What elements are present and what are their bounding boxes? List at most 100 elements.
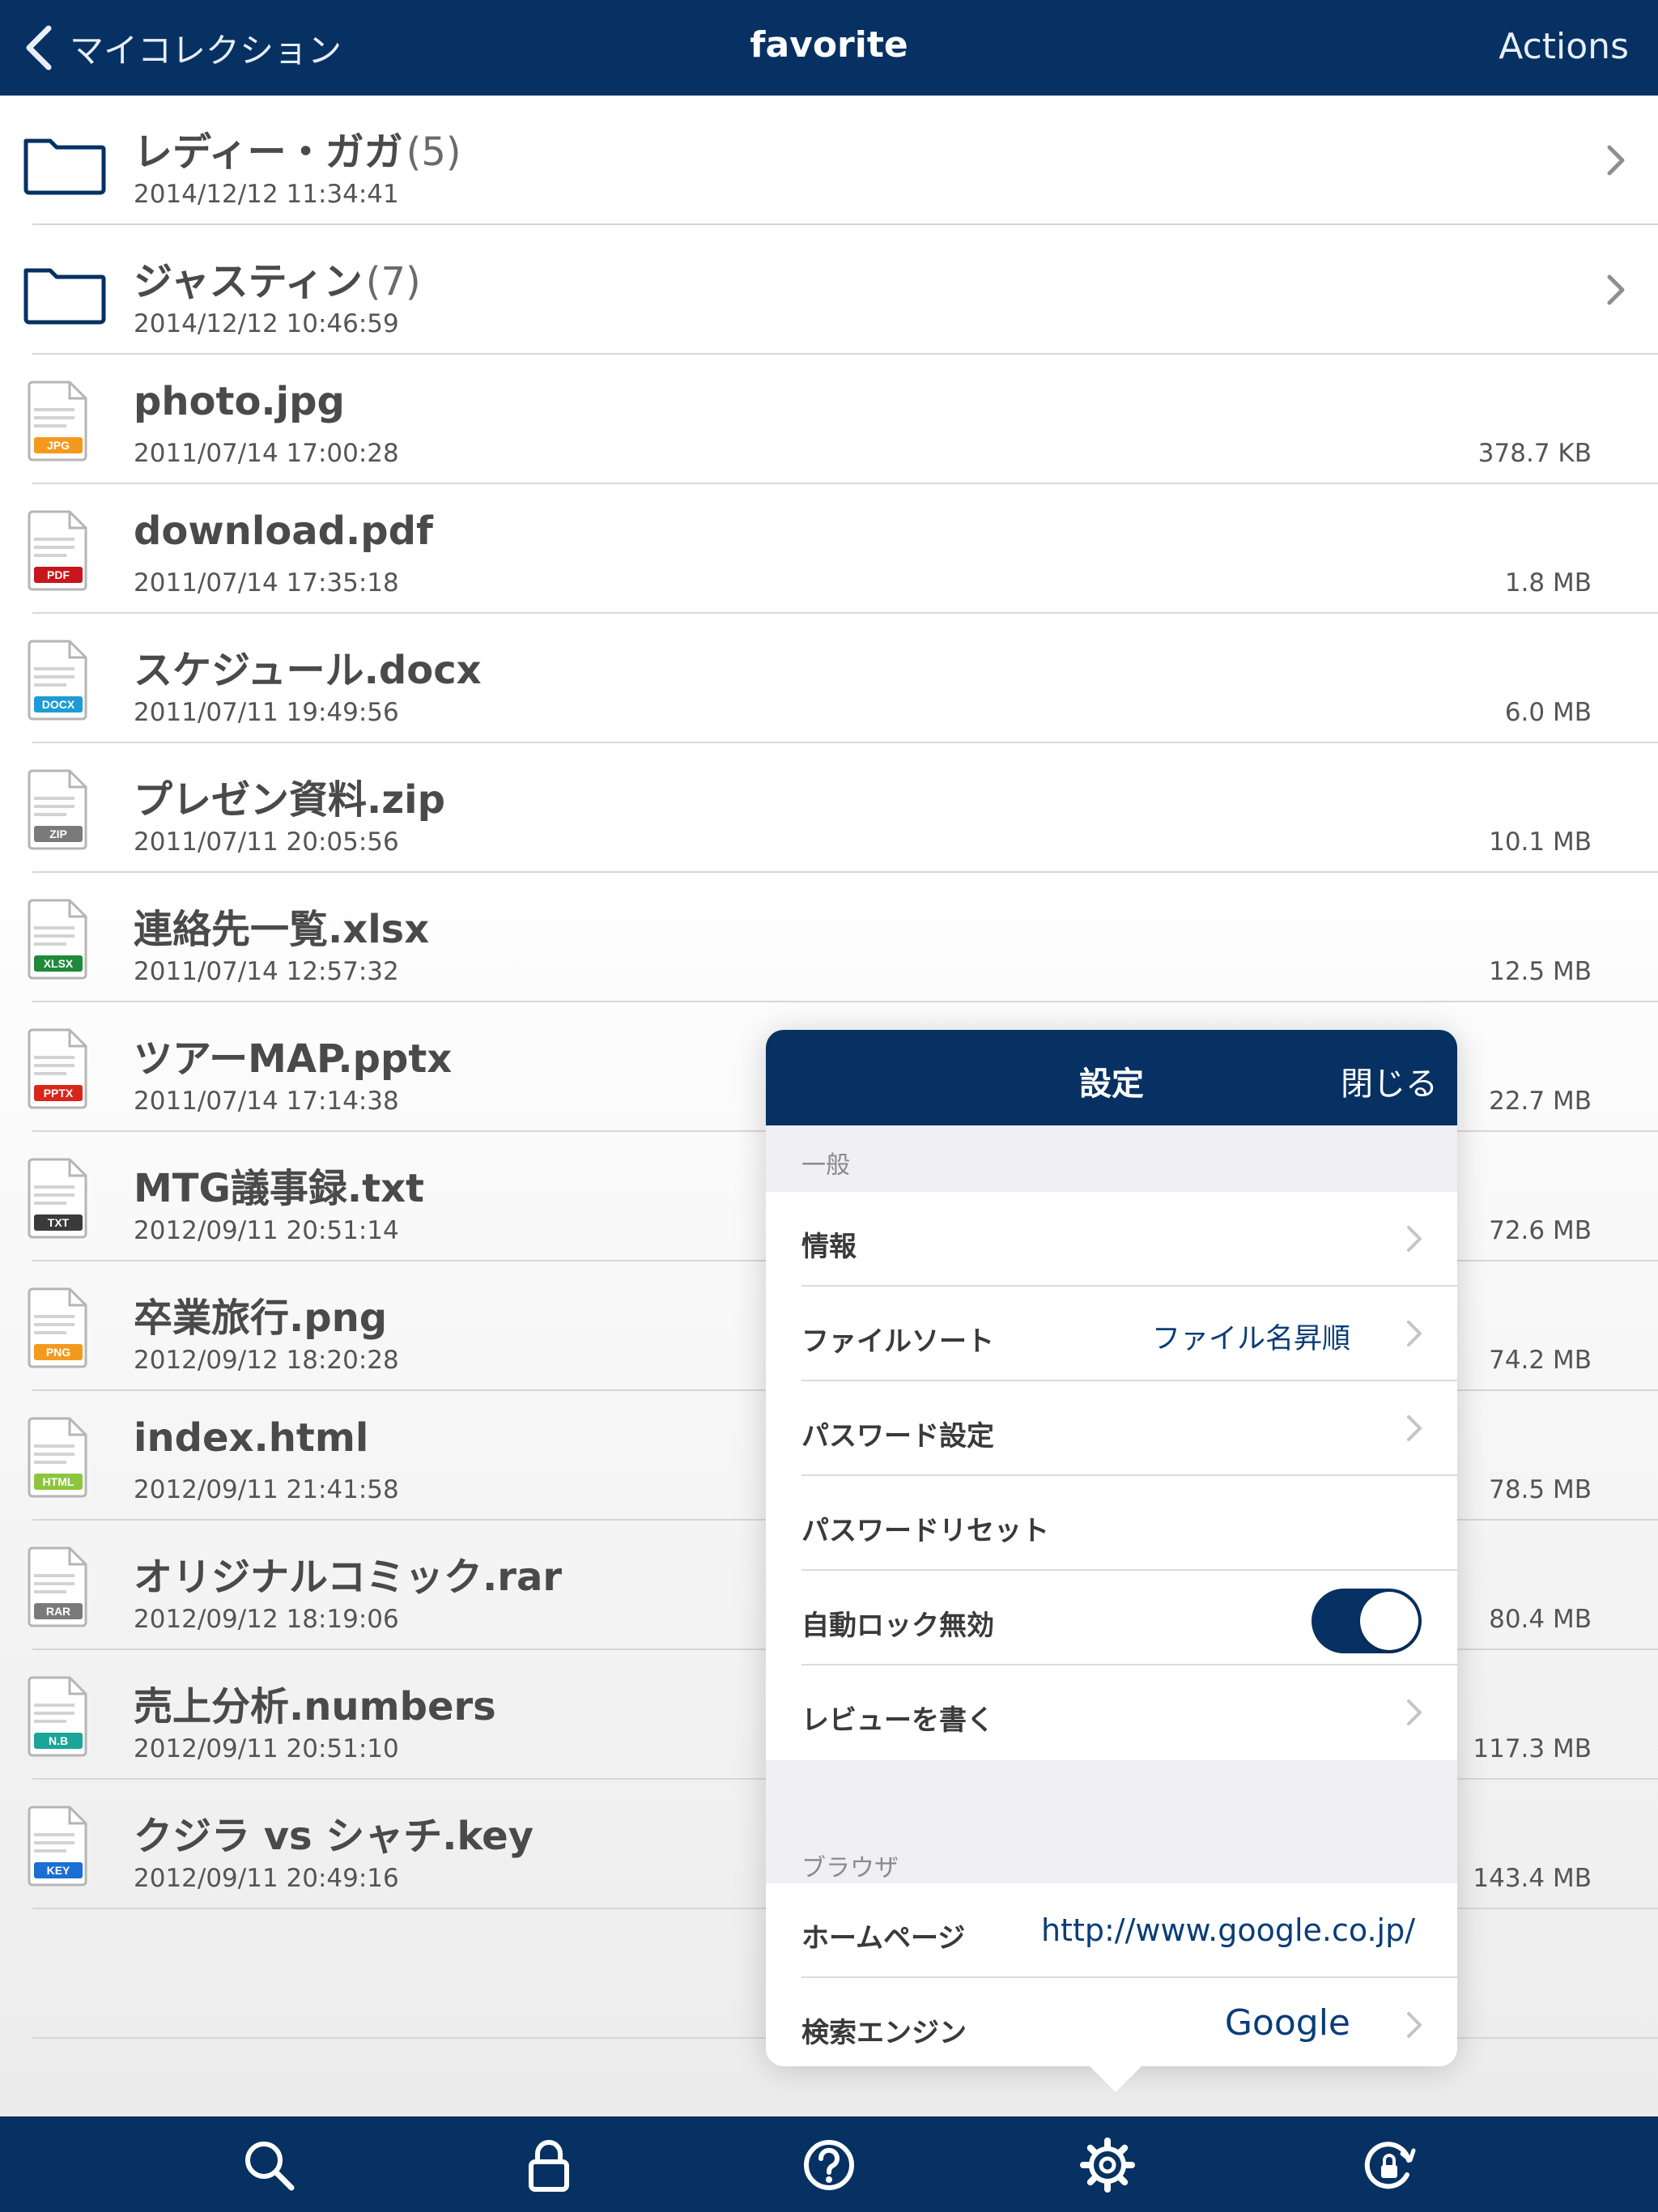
settings-popover: 設定 閉じる 一般 情報 ファイルソート ファイル名昇順 パスワード設定 パスワ… [766, 1030, 1457, 2066]
item-date: 2012/09/11 20:51:14 [134, 1216, 399, 1245]
item-date: 2012/09/12 18:20:28 [134, 1346, 399, 1375]
file-type-badge: PDF [47, 568, 70, 581]
item-size: 12.5 MB [1489, 957, 1592, 986]
chevron-right-icon [1607, 145, 1625, 176]
item-size: 143.4 MB [1473, 1864, 1592, 1893]
file-type-badge: DOCX [42, 698, 75, 711]
file-type-badge: RAR [46, 1605, 70, 1618]
lock-icon [529, 2140, 569, 2192]
file-row[interactable]: XLSX 連絡先一覧.xlsx 2011/07/14 12:57:32 12.5 MB [0, 873, 1658, 1002]
item-size: 74.2 MB [1489, 1346, 1592, 1375]
item-name: プレゼン資料.zip [134, 768, 445, 824]
item-date: 2011/07/11 20:05:56 [134, 827, 399, 857]
search-tab[interactable] [240, 2136, 298, 2194]
item-date: 2011/07/14 17:14:38 [134, 1087, 399, 1116]
password-reset-cell[interactable]: パスワードリセット [766, 1476, 1457, 1571]
file-type-badge: PPTX [44, 1087, 74, 1100]
item-size: 78.5 MB [1489, 1475, 1592, 1504]
item-size: 378.7 KB [1477, 439, 1592, 468]
search-engine-cell[interactable]: 検索エンジン Google [766, 1978, 1457, 2066]
general-settings-group: 情報 ファイルソート ファイル名昇順 パスワード設定 パスワードリセット 自動ロ… [766, 1192, 1457, 1760]
item-name: MTG議事録.txt [134, 1156, 424, 1213]
item-name-text: 売上分析.numbers [134, 1684, 496, 1729]
item-date: 2014/12/12 10:46:59 [134, 309, 399, 338]
actions-button[interactable]: Actions [1499, 26, 1629, 67]
auto-lock-toggle[interactable] [1312, 1589, 1422, 1653]
folder-row[interactable]: レディー・ガガ(5) 2014/12/12 11:34:41 [0, 96, 1658, 225]
item-name-text: download.pdf [134, 508, 433, 554]
file-type-badge: JPG [47, 439, 70, 452]
image-file-icon: JPG [23, 379, 107, 463]
folder-icon [23, 268, 106, 325]
lock-rotation-icon [1364, 2142, 1416, 2189]
file-row[interactable]: PDF download.pdf 2011/07/14 17:35:18 1.8 MB [0, 484, 1658, 614]
item-count: (5) [406, 130, 461, 175]
item-size: 80.4 MB [1489, 1605, 1592, 1634]
item-date: 2014/12/12 11:34:41 [134, 180, 399, 209]
item-name-text: ジャスティン [134, 259, 363, 304]
search-engine-value: Google [1224, 2002, 1350, 2044]
settings-tab[interactable] [1078, 2136, 1137, 2194]
item-size: 22.7 MB [1489, 1087, 1592, 1116]
close-button[interactable]: 閉じる [1341, 1057, 1438, 1104]
password-setting-cell[interactable]: パスワード設定 [766, 1381, 1457, 1476]
lock-tab[interactable] [520, 2136, 578, 2194]
chevron-right-icon [1407, 2012, 1422, 2038]
folder-row[interactable]: ジャスティン(7) 2014/12/12 10:46:59 [0, 225, 1658, 355]
file-type-badge: N.B [49, 1734, 68, 1747]
homepage-label: ホームページ [801, 1922, 966, 1955]
info-label: 情報 [801, 1231, 857, 1263]
settings-header: 設定 閉じる [766, 1030, 1457, 1125]
write-review-label: レビューを書く [801, 1704, 994, 1737]
item-date: 2012/09/11 20:51:10 [134, 1734, 399, 1763]
chevron-right-icon [1407, 1226, 1422, 1252]
item-name: オリジナルコミック.rar [134, 1545, 562, 1602]
settings-gear-icon [1080, 2138, 1135, 2193]
item-count: (7) [365, 259, 421, 304]
password-reset-label: パスワードリセット [801, 1515, 1049, 1547]
item-date: 2011/07/14 17:00:28 [134, 439, 399, 468]
file-type-badge: XLSX [44, 957, 74, 970]
item-date: 2011/07/14 12:57:32 [134, 957, 399, 986]
spreadsheet-file-icon: XLSX [23, 897, 107, 981]
info-cell[interactable]: 情報 [766, 1192, 1457, 1287]
file-type-badge: PNG [46, 1346, 70, 1359]
chevron-right-icon [1607, 274, 1625, 305]
tab-bar [0, 2116, 1658, 2212]
item-size: 72.6 MB [1489, 1216, 1592, 1245]
search-icon [245, 2142, 295, 2191]
item-date: 2011/07/11 19:49:56 [134, 698, 399, 727]
item-name-text: ツアーMAP.pptx [134, 1036, 453, 1082]
popover-arrow [1086, 2063, 1145, 2092]
html-file-icon: HTML [23, 1415, 107, 1499]
file-sort-cell[interactable]: ファイルソート ファイル名昇順 [766, 1287, 1457, 1381]
item-name: 卒業旅行.png [134, 1286, 387, 1342]
search-engine-label: 検索エンジン [801, 2017, 967, 2049]
item-name: レディー・ガガ(5) [134, 120, 461, 177]
write-review-cell[interactable]: レビューを書く [766, 1665, 1457, 1760]
auto-lock-disable-cell: 自動ロック無効 [766, 1571, 1457, 1665]
presentation-file-icon: PPTX [23, 1027, 107, 1111]
file-row[interactable]: JPG photo.jpg 2011/07/14 17:00:28 378.7 KB [0, 355, 1658, 484]
file-row[interactable]: ZIP プレゼン資料.zip 2011/07/11 20:05:56 10.1 MB [0, 743, 1658, 873]
item-name: photo.jpg [134, 379, 345, 424]
file-type-badge: TXT [48, 1216, 70, 1229]
file-row[interactable]: DOCX スケジュール.docx 2011/07/11 19:49:56 6.0 MB [0, 614, 1658, 743]
item-date: 2012/09/11 21:41:58 [134, 1475, 399, 1504]
item-name: 売上分析.numbers [134, 1674, 496, 1731]
homepage-cell[interactable]: ホームページ http://www.google.co.jp/ [766, 1883, 1457, 1978]
item-date: 2012/09/11 20:49:16 [134, 1864, 399, 1893]
auto-lock-tab[interactable] [1360, 2136, 1418, 2194]
help-tab[interactable] [800, 2136, 858, 2194]
file-type-badge: KEY [47, 1864, 70, 1877]
item-name-text: 連絡先一覧.xlsx [134, 907, 430, 952]
item-name-text: index.html [134, 1415, 369, 1461]
help-icon [804, 2140, 854, 2190]
image-file-icon: PNG [23, 1286, 107, 1370]
item-size: 10.1 MB [1489, 827, 1592, 857]
chevron-right-icon [1407, 1699, 1422, 1725]
item-name-text: オリジナルコミック.rar [134, 1555, 563, 1600]
homepage-value: http://www.google.co.jp/ [1040, 1912, 1415, 1948]
chevron-right-icon [1407, 1415, 1422, 1441]
item-name: download.pdf [134, 508, 433, 554]
